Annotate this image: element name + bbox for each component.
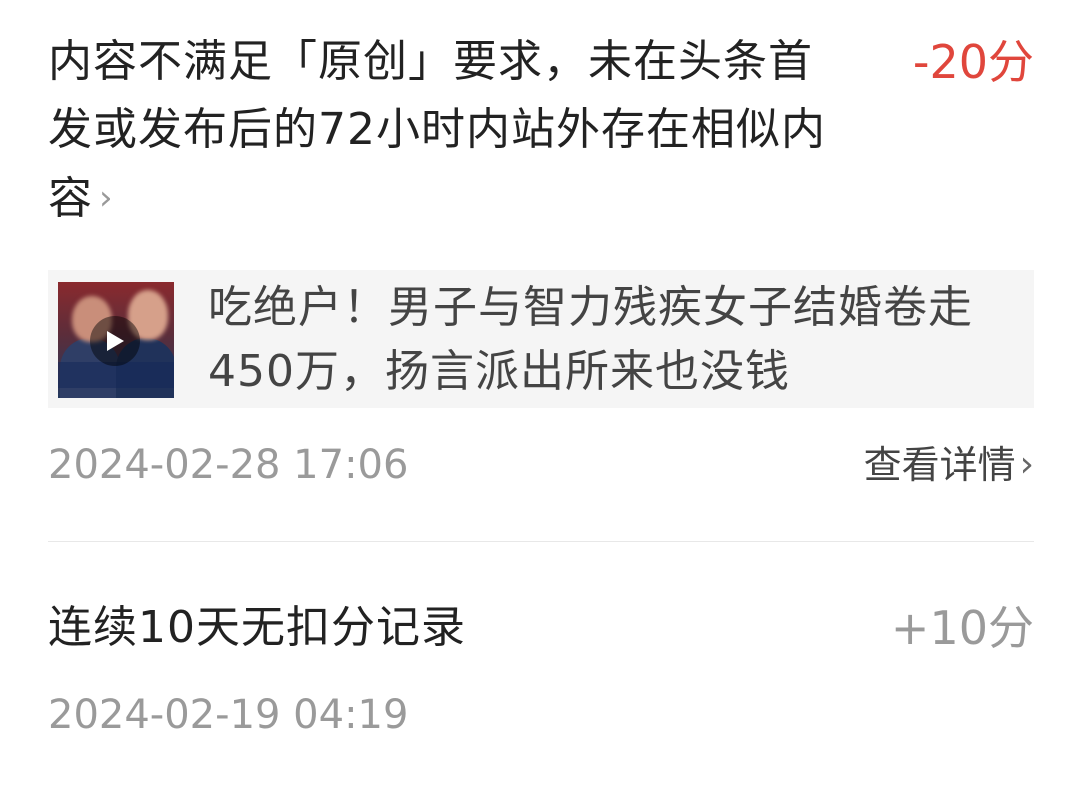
- article-title: 吃绝户！男子与智力残疾女子结婚卷走450万，扬言派出所来也没钱: [208, 282, 973, 397]
- record-header: 连续10天无扣分记录 +10分: [48, 594, 1034, 662]
- record-reason-link[interactable]: 内容不满足「原创」要求，未在头条首发或发布后的72小时内站外存在相似内容 ›: [48, 28, 848, 233]
- video-thumbnail: [58, 282, 174, 398]
- record-header: 内容不满足「原创」要求，未在头条首发或发布后的72小时内站外存在相似内容 › -2…: [48, 28, 1034, 252]
- view-details-link[interactable]: 查看详情 ›: [864, 440, 1034, 490]
- record-timestamp: 2024-02-28 17:06: [48, 442, 409, 488]
- record-meta: 2024-02-28 17:06 查看详情 ›: [48, 440, 1034, 490]
- score-record: 内容不满足「原创」要求，未在头条首发或发布后的72小时内站外存在相似内容 › -2…: [48, 28, 1034, 488]
- score-record: 连续10天无扣分记录 +10分 2024-02-19 04:19: [48, 594, 1034, 738]
- record-reason-text: 内容不满足「原创」要求，未在头条首发或发布后的72小时内站外存在相似内容: [48, 36, 826, 224]
- play-icon[interactable]: [90, 316, 140, 366]
- chevron-right-icon: ›: [1019, 444, 1034, 485]
- score-change: -20分: [912, 35, 1034, 89]
- record-timestamp: 2024-02-19 04:19: [48, 692, 409, 738]
- record-reason-text: 连续10天无扣分记录: [48, 602, 466, 653]
- related-article-card[interactable]: 吃绝户！男子与智力残疾女子结婚卷走450万，扬言派出所来也没钱: [48, 270, 1034, 408]
- score-change: +10分: [890, 601, 1034, 655]
- chevron-right-icon: ›: [99, 178, 114, 218]
- view-details-label: 查看详情: [863, 443, 1016, 487]
- divider: [48, 541, 1034, 542]
